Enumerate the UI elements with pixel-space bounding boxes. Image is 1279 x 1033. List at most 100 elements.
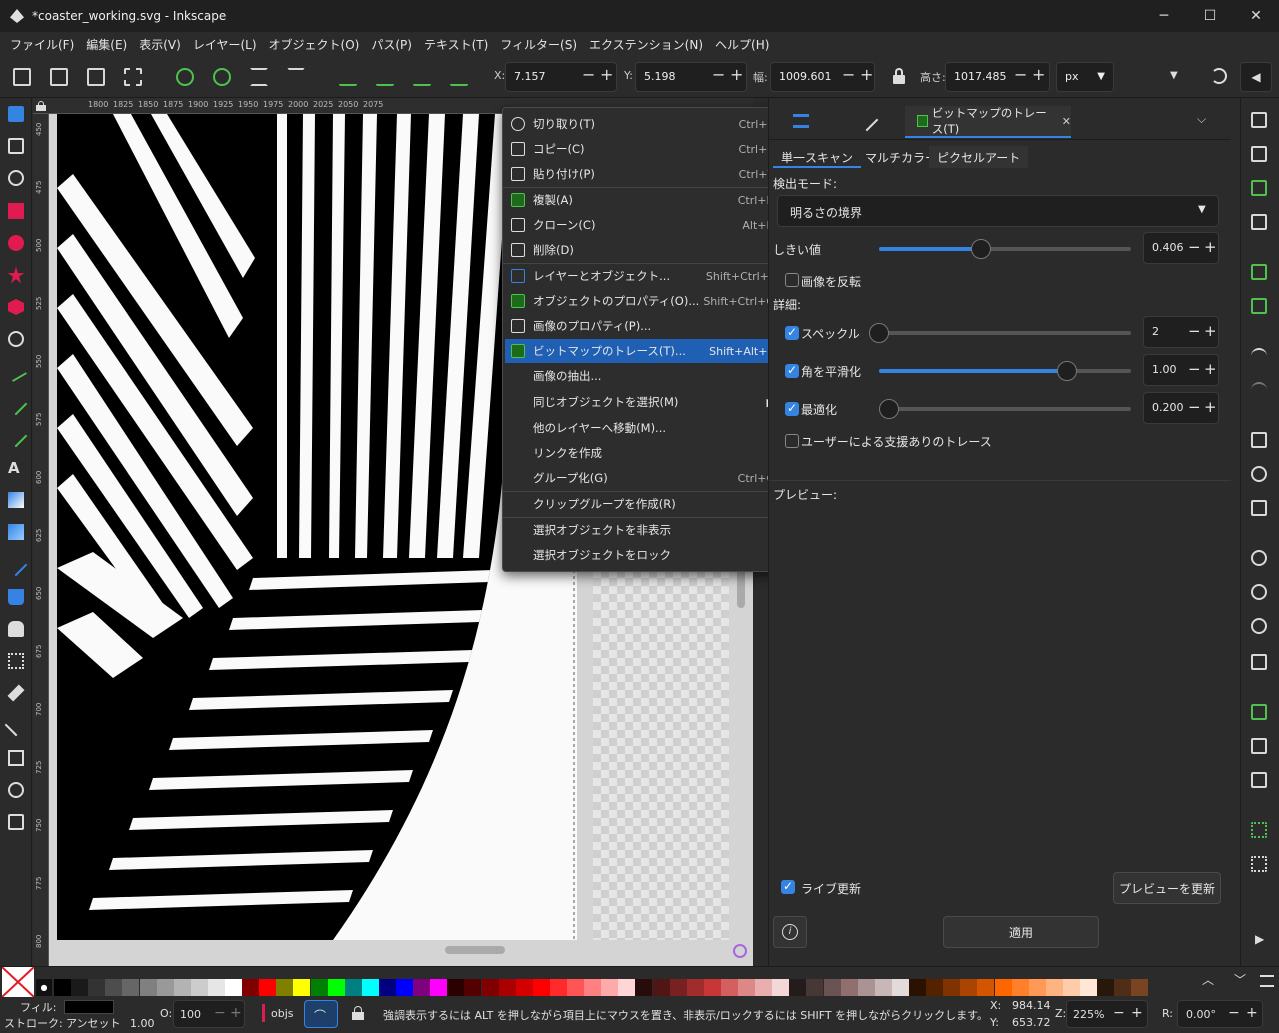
rotate-ccw-button[interactable]: − bbox=[1228, 1005, 1240, 1021]
unit-select[interactable]: px ▼ bbox=[1056, 62, 1114, 92]
opacity-decrement-button[interactable]: − bbox=[214, 1005, 226, 1021]
color-swatch[interactable] bbox=[515, 979, 533, 996]
deselect-icon[interactable] bbox=[87, 68, 105, 86]
color-swatch[interactable] bbox=[259, 979, 277, 996]
menu-item-move-to-layer[interactable]: 他のレイヤーへ移動(M)... bbox=[505, 416, 783, 440]
pages-tool-icon[interactable] bbox=[8, 750, 24, 766]
color-swatch[interactable] bbox=[720, 979, 738, 996]
info-button[interactable]: i bbox=[773, 916, 807, 948]
assisted-trace-checkbox[interactable] bbox=[785, 434, 799, 448]
zoom-center-page-icon[interactable] bbox=[1251, 654, 1267, 670]
rotate-cw-button[interactable]: + bbox=[1246, 1005, 1258, 1021]
threshold-decrement-button[interactable]: − bbox=[1188, 238, 1201, 256]
color-swatch[interactable] bbox=[635, 979, 653, 996]
ungroup-icon[interactable] bbox=[1251, 856, 1267, 872]
color-swatch[interactable] bbox=[122, 979, 140, 996]
color-swatch[interactable] bbox=[584, 979, 602, 996]
color-swatch[interactable] bbox=[1011, 979, 1029, 996]
lock-proportions-icon[interactable] bbox=[892, 68, 906, 84]
menu-item-trace-bitmap[interactable]: ビットマップのトレース(T)... Shift+Alt+B bbox=[505, 339, 783, 363]
menu-edit[interactable]: 編集(E) bbox=[80, 36, 133, 53]
color-swatch[interactable] bbox=[1131, 979, 1149, 996]
color-swatch[interactable] bbox=[378, 979, 396, 996]
paint-bucket-tool-icon[interactable] bbox=[8, 589, 24, 605]
menu-item-group[interactable]: グループ化(G) Ctrl+G bbox=[505, 466, 783, 490]
color-swatch[interactable] bbox=[293, 979, 311, 996]
color-swatch[interactable] bbox=[772, 979, 790, 996]
layers-tab-icon[interactable] bbox=[793, 114, 809, 128]
zoom-page-icon[interactable] bbox=[1251, 618, 1267, 634]
speckle-input[interactable]: 2 − + bbox=[1143, 316, 1219, 348]
current-layer[interactable]: objs bbox=[271, 1007, 294, 1020]
menu-file[interactable]: ファイル(F) bbox=[4, 36, 80, 53]
menu-item-image-properties[interactable]: 画像のプロパティ(P)... bbox=[505, 314, 783, 338]
opacity-input[interactable]: 100 − + bbox=[173, 1000, 245, 1028]
lower-to-bottom-icon[interactable] bbox=[450, 68, 468, 86]
redo-icon[interactable] bbox=[1251, 382, 1267, 398]
import-icon[interactable] bbox=[1251, 264, 1267, 280]
threshold-increment-button[interactable]: + bbox=[1204, 238, 1217, 256]
color-swatch[interactable] bbox=[207, 979, 225, 996]
raise-to-top-icon[interactable] bbox=[339, 68, 357, 86]
smooth-corners-input[interactable]: 1.00 − + bbox=[1143, 354, 1219, 386]
zoom-drawing-icon[interactable] bbox=[1251, 584, 1267, 600]
unlink-clone-icon[interactable] bbox=[1251, 772, 1267, 788]
color-swatch[interactable] bbox=[190, 979, 208, 996]
maximize-button[interactable]: ☐ bbox=[1187, 0, 1233, 32]
color-swatch[interactable] bbox=[276, 979, 294, 996]
color-swatch[interactable] bbox=[823, 979, 841, 996]
color-swatch[interactable] bbox=[139, 979, 157, 996]
layer-visibility-toggle[interactable]: ⌒ bbox=[304, 1000, 338, 1028]
print-icon[interactable] bbox=[1251, 214, 1267, 230]
color-swatch[interactable] bbox=[54, 979, 71, 996]
snap-toggle-icon[interactable] bbox=[1211, 68, 1227, 84]
menu-help[interactable]: ヘルプ(H) bbox=[709, 36, 775, 53]
menu-extensions[interactable]: エクステンション(N) bbox=[583, 36, 709, 53]
ellipse-tool-icon[interactable] bbox=[8, 235, 24, 251]
color-swatch[interactable] bbox=[225, 979, 242, 996]
y-increment-button[interactable]: + bbox=[730, 65, 743, 84]
menu-item-hide-selected[interactable]: 選択オブジェクトを非表示 bbox=[505, 518, 783, 542]
connector-tool-icon[interactable] bbox=[4, 713, 28, 737]
dropper-tool-icon[interactable] bbox=[4, 553, 28, 577]
menu-item-delete[interactable]: 削除(D) bbox=[505, 238, 783, 262]
detect-mode-select[interactable]: 明るさの境界 ▼ bbox=[777, 195, 1219, 227]
chevron-down-icon[interactable]: ⌵ bbox=[1197, 112, 1206, 127]
color-swatch[interactable] bbox=[464, 979, 482, 996]
optimize-slider[interactable] bbox=[879, 407, 1131, 411]
lock-guides-icon[interactable] bbox=[36, 101, 46, 111]
color-swatch[interactable] bbox=[1028, 979, 1046, 996]
color-swatch[interactable] bbox=[549, 979, 567, 996]
select-all-in-all-layers-icon[interactable] bbox=[50, 68, 68, 86]
optimize-slider-knob[interactable] bbox=[879, 399, 899, 419]
color-swatch[interactable] bbox=[498, 979, 516, 996]
color-swatch[interactable] bbox=[943, 979, 961, 996]
speckle-slider-knob[interactable] bbox=[869, 323, 889, 343]
layer-lock-icon[interactable] bbox=[352, 1006, 364, 1020]
speckle-increment-button[interactable]: + bbox=[1204, 322, 1217, 340]
menu-path[interactable]: パス(P) bbox=[365, 36, 418, 53]
select-same-icon[interactable] bbox=[124, 68, 142, 86]
menu-item-select-same[interactable]: 同じオブジェクトを選択(M)▶ bbox=[505, 390, 783, 414]
stroke-width[interactable]: 1.00 bbox=[130, 1017, 155, 1030]
flip-vertical-icon[interactable] bbox=[287, 68, 305, 77]
color-swatch[interactable] bbox=[806, 979, 824, 996]
subtab-pixel-art[interactable]: ピクセルアート bbox=[929, 146, 1029, 168]
threshold-slider-knob[interactable] bbox=[971, 239, 992, 259]
menu-filters[interactable]: フィルター(S) bbox=[494, 36, 583, 53]
color-swatch[interactable] bbox=[567, 979, 584, 996]
color-swatch[interactable] bbox=[310, 979, 328, 996]
node-tool-icon[interactable] bbox=[8, 138, 24, 154]
color-swatch[interactable] bbox=[669, 979, 687, 996]
minimize-button[interactable]: ─ bbox=[1141, 0, 1187, 32]
save-document-icon[interactable] bbox=[1251, 180, 1267, 196]
threshold-slider[interactable] bbox=[879, 247, 1131, 251]
color-swatch[interactable] bbox=[413, 979, 431, 996]
pencil-tool-icon[interactable] bbox=[4, 392, 28, 416]
horizontal-scrollbar[interactable] bbox=[445, 946, 505, 954]
zoom-input[interactable]: 225% − + bbox=[1066, 1000, 1148, 1028]
color-swatch[interactable] bbox=[738, 979, 755, 996]
color-swatch[interactable] bbox=[686, 979, 704, 996]
spiral-tool-icon[interactable] bbox=[8, 331, 24, 347]
speckle-checkbox[interactable] bbox=[785, 325, 799, 340]
